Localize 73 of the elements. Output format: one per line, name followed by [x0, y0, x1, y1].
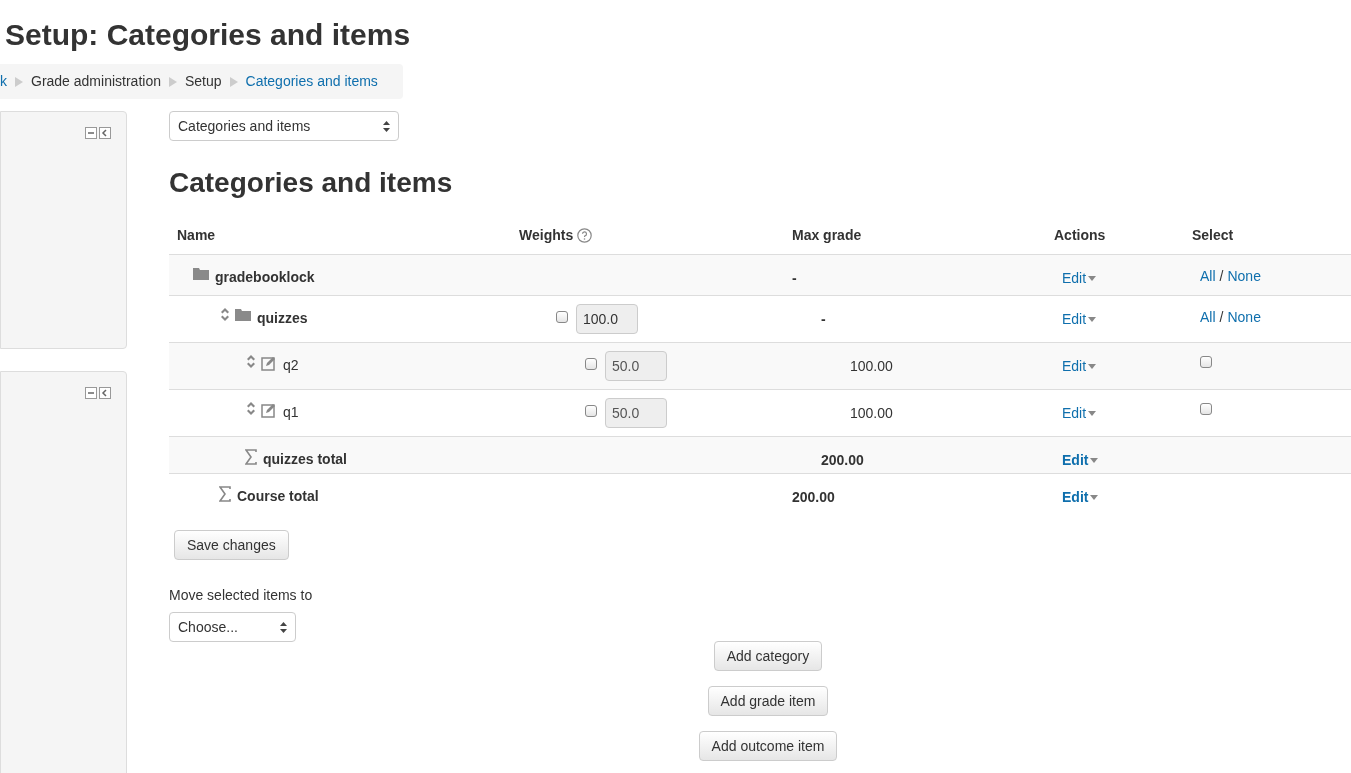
column-header: Actions [1054, 226, 1106, 245]
sigma-icon [219, 486, 231, 502]
breadcrumb-separator-icon [15, 76, 23, 87]
max-grade: 100.00 [850, 405, 893, 421]
item-name: q2 [283, 356, 299, 375]
max-grade: 100.00 [850, 358, 893, 374]
move-icon[interactable] [245, 355, 257, 368]
checkbox[interactable] [585, 405, 597, 417]
view-select[interactable]: Categories and items [169, 111, 399, 141]
add-button[interactable]: Add outcome item [698, 731, 838, 761]
move-icon[interactable] [219, 308, 231, 321]
edit-menu-link[interactable]: Edit [1062, 487, 1099, 508]
item-name: gradebooklock [215, 268, 315, 287]
breadcrumb-item[interactable]: Categories and items [245, 71, 378, 92]
move-icon[interactable] [245, 402, 257, 415]
checkbox[interactable] [556, 311, 568, 323]
item-name: q1 [283, 403, 299, 422]
item-name: Course total [237, 487, 319, 506]
edit-menu-link[interactable]: Edit [1062, 309, 1097, 330]
item-name: quizzes total [263, 450, 347, 469]
section-heading: Categories and items [169, 166, 454, 200]
breadcrumb-separator-icon [229, 76, 238, 87]
block-controls-icon[interactable] [85, 387, 112, 399]
caret-icon [1088, 276, 1097, 281]
select-all-link[interactable]: All [1200, 266, 1216, 287]
select-all-link[interactable]: All [1200, 307, 1216, 328]
block-controls-icon[interactable] [85, 127, 112, 139]
checkbox[interactable] [1200, 403, 1212, 415]
weight-field[interactable]: 50.0 [605, 398, 667, 428]
select-arrows-icon [383, 120, 390, 132]
max-grade: - [821, 311, 826, 327]
caret-icon [1088, 317, 1097, 322]
move-label: Move selected items to [169, 586, 314, 605]
caret-icon [1090, 458, 1099, 463]
edit-icon [261, 355, 277, 371]
max-grade: 200.00 [792, 489, 835, 505]
checkbox[interactable] [585, 358, 597, 370]
caret-icon [1088, 364, 1097, 369]
max-grade: 200.00 [821, 452, 864, 468]
breadcrumb-item[interactable]: k [0, 71, 7, 92]
caret-icon [1090, 495, 1099, 500]
weight-field[interactable]: 50.0 [605, 351, 667, 381]
separator-text: / [1219, 267, 1224, 286]
save-changes-button[interactable]: Save changes [174, 530, 289, 560]
breadcrumb-separator-icon [168, 76, 177, 87]
breadcrumb-item: Grade administration [31, 72, 161, 91]
checkbox[interactable] [1200, 356, 1212, 368]
page-title: Setup: Categories and items [4, 17, 412, 53]
add-button[interactable]: Add category [713, 641, 823, 671]
breadcrumb-item: Setup [184, 72, 222, 91]
move-select[interactable]: Choose... [169, 612, 296, 642]
column-header: Weights [519, 226, 574, 245]
max-grade: - [792, 270, 797, 286]
separator-text: / [1219, 308, 1224, 327]
select-none-link[interactable]: None [1227, 266, 1261, 287]
edit-menu-link[interactable]: Edit [1062, 450, 1099, 471]
select-arrows-icon [280, 621, 287, 633]
caret-icon [1088, 411, 1097, 416]
edit-menu-link[interactable]: Edit [1062, 356, 1097, 377]
weight-field[interactable]: 100.0 [576, 304, 638, 334]
column-header: Name [177, 226, 216, 245]
column-header: Max grade [792, 226, 862, 245]
folder-icon [235, 308, 251, 321]
item-name: quizzes [257, 309, 308, 328]
add-button[interactable]: Add grade item [707, 686, 829, 716]
edit-icon [261, 402, 277, 418]
help-icon[interactable] [577, 228, 593, 243]
column-header: Select [1192, 226, 1234, 245]
edit-menu-link[interactable]: Edit [1062, 268, 1097, 289]
sigma-icon [245, 449, 257, 465]
folder-icon [193, 267, 209, 280]
edit-menu-link[interactable]: Edit [1062, 403, 1097, 424]
select-none-link[interactable]: None [1227, 307, 1261, 328]
